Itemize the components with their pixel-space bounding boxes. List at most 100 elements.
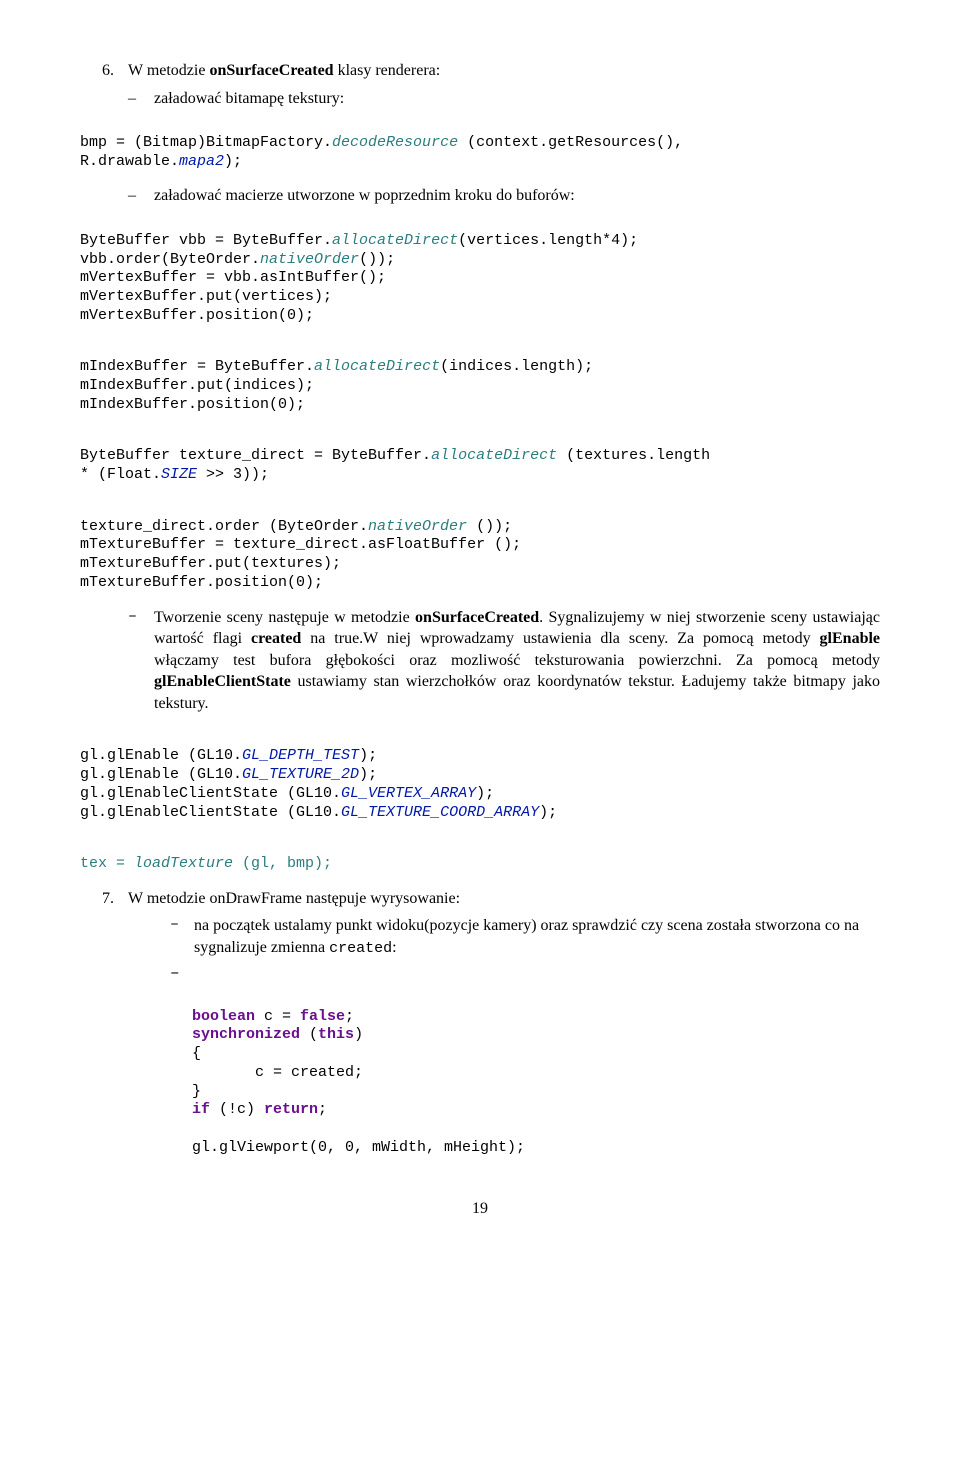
- code: ;: [345, 1008, 354, 1025]
- code: c = created;: [192, 1064, 363, 1081]
- kw: boolean: [192, 1008, 255, 1025]
- code: tex =: [80, 855, 134, 872]
- code: gl.glViewport(0, 0, mWidth, mHeight);: [192, 1139, 525, 1156]
- code-field: mapa2: [179, 153, 224, 170]
- code-method: nativeOrder: [260, 251, 359, 268]
- method-name: onSurfaceCreated: [415, 609, 539, 626]
- code: }: [192, 1083, 201, 1100]
- page-number: 19: [80, 1198, 880, 1220]
- bullet-text: załadować macierze utworzone w poprzedni…: [154, 185, 880, 207]
- dash-icon: –: [170, 963, 194, 985]
- code: (!c): [210, 1101, 264, 1118]
- list-text-6: W metodzie onSurfaceCreated klasy render…: [128, 60, 880, 82]
- code: );: [539, 804, 557, 821]
- code: mTextureBuffer.position(0);: [80, 574, 323, 591]
- code: ;: [318, 1101, 327, 1118]
- code: texture_direct.order (ByteOrder.: [80, 518, 368, 535]
- code-const: GL_VERTEX_ARRAY: [341, 785, 476, 802]
- code: );: [224, 153, 242, 170]
- code: mVertexBuffer = vbb.asIntBuffer();: [80, 269, 386, 286]
- bullet-viewpoint: – na początek ustalamy punkt widoku(pozy…: [170, 915, 880, 959]
- code-const: GL_TEXTURE_COORD_ARRAY: [341, 804, 539, 821]
- kw: false: [300, 1008, 345, 1025]
- code: {: [192, 1045, 201, 1062]
- code-block-7: tex = loadTexture (gl, bmp);: [80, 836, 880, 874]
- code: gl.glEnableClientState (GL10.: [80, 785, 341, 802]
- text: włączamy test bufora głębokości oraz moz…: [154, 652, 880, 669]
- code: ): [354, 1026, 363, 1043]
- list-item-7: 7. W metodzie onDrawFrame następuje wyry…: [102, 888, 880, 910]
- kw: this: [318, 1026, 354, 1043]
- code: );: [359, 766, 377, 783]
- code-block-6: gl.glEnable (GL10.GL_DEPTH_TEST); gl.glE…: [80, 729, 880, 823]
- list-text-7: W metodzie onDrawFrame następuje wyrysow…: [128, 888, 880, 910]
- kw: return: [264, 1101, 318, 1118]
- kw: if: [192, 1101, 210, 1118]
- code: );: [476, 785, 494, 802]
- code: ());: [359, 251, 395, 268]
- code-block-3: mIndexBuffer = ByteBuffer.allocateDirect…: [80, 340, 880, 415]
- code-block-1: bmp = (Bitmap)BitmapFactory.decodeResour…: [80, 115, 880, 171]
- code-const: SIZE: [161, 466, 197, 483]
- text: :: [392, 939, 396, 956]
- code: gl.glEnable (GL10.: [80, 766, 242, 783]
- dash-icon: –: [128, 185, 154, 207]
- bullet-scene-create: – Tworzenie sceny następuje w metodzie o…: [128, 607, 880, 715]
- flag-name: created: [251, 630, 301, 647]
- text: na początek ustalamy punkt widoku(pozycj…: [194, 917, 859, 956]
- code: * (Float.: [80, 466, 161, 483]
- code: (context.getResources(),: [458, 134, 692, 151]
- code: mVertexBuffer.put(vertices);: [80, 288, 332, 305]
- code-method: nativeOrder: [368, 518, 467, 535]
- code: gl.glEnable (GL10.: [80, 747, 242, 764]
- code: ByteBuffer texture_direct = ByteBuffer.: [80, 447, 431, 464]
- text: na true.W niej wprowadzamy ustawienia dl…: [301, 630, 819, 647]
- code-block-8: boolean c = false; synchronized (this) {…: [192, 989, 880, 1158]
- code: (indices.length);: [440, 358, 593, 375]
- method-name: onSurfaceCreated: [209, 62, 333, 79]
- code: ByteBuffer vbb = ByteBuffer.: [80, 232, 332, 249]
- dash-icon: –: [128, 88, 154, 110]
- code: mIndexBuffer.position(0);: [80, 396, 305, 413]
- list-num-6: 6.: [102, 60, 128, 82]
- method-name: glEnableClientState: [154, 673, 291, 690]
- code-block-4: ByteBuffer texture_direct = ByteBuffer.a…: [80, 429, 880, 485]
- dash-icon: –: [170, 915, 194, 959]
- dash-icon: –: [128, 607, 154, 715]
- code: mVertexBuffer.position(0);: [80, 307, 314, 324]
- bullet-text: na początek ustalamy punkt widoku(pozycj…: [194, 915, 880, 959]
- method-name: glEnable: [820, 630, 880, 647]
- bullet-text: załadować bitamapę tekstury:: [154, 88, 880, 110]
- bullet-load-buffers: – załadować macierze utworzone w poprzed…: [128, 185, 880, 207]
- code-const: GL_TEXTURE_2D: [242, 766, 359, 783]
- code: (textures.length: [557, 447, 719, 464]
- code-block-5: texture_direct.order (ByteOrder.nativeOr…: [80, 499, 880, 593]
- code-block-2: ByteBuffer vbb = ByteBuffer.allocateDire…: [80, 213, 880, 326]
- paragraph: Tworzenie sceny następuje w metodzie onS…: [154, 607, 880, 715]
- text: W metodzie: [128, 62, 209, 79]
- code: vbb.order(ByteOrder.: [80, 251, 260, 268]
- var-name: created: [329, 940, 392, 957]
- code-method: allocateDirect: [431, 447, 557, 464]
- bullet-load-bitmap: – załadować bitamapę tekstury:: [128, 88, 880, 110]
- code-method: allocateDirect: [314, 358, 440, 375]
- code: mIndexBuffer.put(indices);: [80, 377, 314, 394]
- code: c =: [255, 1008, 300, 1025]
- code: mTextureBuffer.put(textures);: [80, 555, 341, 572]
- code: >> 3));: [197, 466, 269, 483]
- text: klasy renderera:: [334, 62, 441, 79]
- code: bmp = (Bitmap)BitmapFactory.: [80, 134, 332, 151]
- kw: synchronized: [192, 1026, 300, 1043]
- code: (gl, bmp);: [233, 855, 332, 872]
- code: (vertices.length*4);: [458, 232, 638, 249]
- code-method: loadTexture: [134, 855, 233, 872]
- code: mTextureBuffer = texture_direct.asFloatB…: [80, 536, 521, 553]
- code: R.drawable.: [80, 153, 179, 170]
- code-const: GL_DEPTH_TEST: [242, 747, 359, 764]
- code: gl.glEnableClientState (GL10.: [80, 804, 341, 821]
- code-method: allocateDirect: [332, 232, 458, 249]
- code: mIndexBuffer = ByteBuffer.: [80, 358, 314, 375]
- bullet-empty: –: [170, 963, 880, 985]
- code: ());: [467, 518, 512, 535]
- list-item-6: 6. W metodzie onSurfaceCreated klasy ren…: [102, 60, 880, 82]
